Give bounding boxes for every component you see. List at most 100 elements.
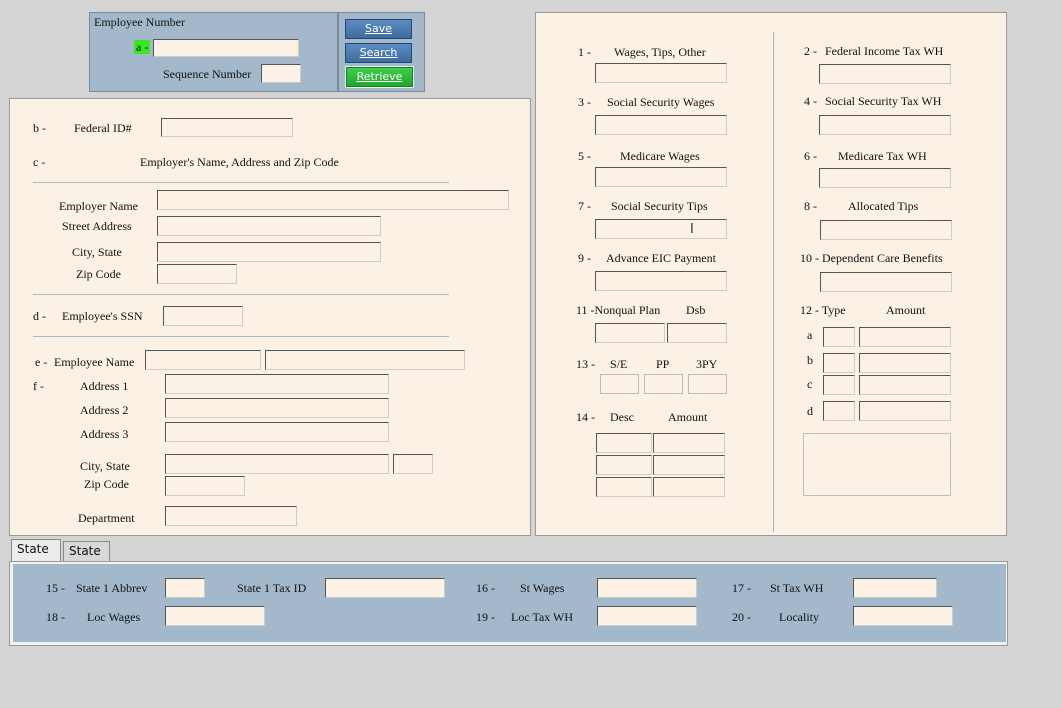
employer-name-label: Employer Name bbox=[59, 199, 138, 213]
address1-input[interactable] bbox=[165, 374, 389, 394]
box13-number: 13 - bbox=[576, 357, 595, 371]
box12d-type-input[interactable] bbox=[823, 401, 855, 421]
loc-tax-wh-label: Loc Tax WH bbox=[511, 610, 574, 624]
city-state-label: City, State bbox=[72, 245, 122, 259]
employee-ssn-input[interactable] bbox=[163, 306, 243, 326]
state-tax-id-input[interactable] bbox=[325, 578, 445, 598]
b-prefix: b - bbox=[33, 121, 46, 135]
employer-zip-input[interactable] bbox=[157, 264, 237, 284]
employee-last-name-input[interactable] bbox=[265, 350, 465, 370]
box14-number: 14 - bbox=[576, 410, 595, 424]
federal-id-label: Federal ID# bbox=[74, 121, 132, 135]
tab-state-1[interactable]: State 1 bbox=[11, 539, 61, 575]
address3-input[interactable] bbox=[165, 422, 389, 442]
employee-first-name-input[interactable] bbox=[145, 350, 261, 370]
street-address-input[interactable] bbox=[157, 216, 381, 236]
search-button[interactable]: Search bbox=[345, 43, 412, 63]
sequence-number-label: Sequence Number bbox=[163, 67, 252, 81]
d-prefix: d - bbox=[33, 309, 46, 323]
box12a-amount-input[interactable] bbox=[859, 327, 951, 347]
box5-number: 5 - bbox=[578, 149, 591, 163]
box12c-amount-input[interactable] bbox=[859, 375, 951, 395]
box13-3py-input[interactable] bbox=[688, 374, 727, 394]
box7-label: Social Security Tips bbox=[611, 199, 708, 213]
box13-se-input[interactable] bbox=[600, 374, 639, 394]
box11-nonqual-input[interactable] bbox=[595, 323, 665, 343]
box1-wages-input[interactable] bbox=[595, 63, 727, 83]
box2-fed-tax-input[interactable] bbox=[819, 64, 951, 84]
box10-label: 10 - Dependent Care Benefits bbox=[800, 251, 943, 265]
locality-input[interactable] bbox=[853, 606, 953, 626]
employee-number-input[interactable] bbox=[153, 39, 299, 57]
box12b-amount-input[interactable] bbox=[859, 353, 951, 373]
box4-ss-tax-input[interactable] bbox=[819, 115, 951, 135]
box12c-type-input[interactable] bbox=[823, 375, 855, 395]
text-cursor-icon: I bbox=[690, 222, 694, 237]
st-tax-wh-input[interactable] bbox=[853, 578, 937, 598]
box5-medicare-wages-input[interactable] bbox=[595, 167, 727, 187]
st-wages-input[interactable] bbox=[597, 578, 697, 598]
employee-city-input[interactable] bbox=[165, 454, 389, 474]
street-address-label: Street Address bbox=[62, 219, 132, 233]
box14-amount2-input[interactable] bbox=[653, 455, 725, 475]
c-prefix: c - bbox=[33, 155, 46, 169]
sequence-number-input[interactable] bbox=[261, 64, 301, 83]
address2-label: Address 2 bbox=[80, 403, 129, 417]
box12-b-label: b bbox=[807, 353, 813, 367]
box13-3py-label: 3PY bbox=[696, 357, 718, 371]
employee-city-state-label: City, State bbox=[80, 459, 130, 473]
box6-medicare-tax-input[interactable] bbox=[819, 168, 951, 188]
loc-tax-wh-input[interactable] bbox=[597, 606, 697, 626]
tab-state-2[interactable]: State 2 bbox=[63, 541, 110, 577]
divider bbox=[33, 182, 449, 183]
state-18-number: 18 - bbox=[46, 610, 65, 624]
box8-allocated-tips-input[interactable] bbox=[820, 220, 952, 240]
box14-desc3-input[interactable] bbox=[596, 477, 652, 497]
box14-desc2-input[interactable] bbox=[596, 455, 652, 475]
department-input[interactable] bbox=[165, 506, 297, 526]
box3-number: 3 - bbox=[578, 95, 591, 109]
employer-city-state-input[interactable] bbox=[157, 242, 381, 262]
box12-type-label: 12 - Type bbox=[800, 303, 846, 317]
retrieve-button[interactable]: Retrieve bbox=[345, 66, 414, 88]
box6-number: 6 - bbox=[804, 149, 817, 163]
box4-label: Social Security Tax WH bbox=[825, 94, 942, 108]
employee-ssn-label: Employee's SSN bbox=[62, 309, 143, 323]
employee-number-label: Employee Number bbox=[94, 15, 185, 29]
federal-id-input[interactable] bbox=[161, 118, 293, 137]
employer-name-input[interactable] bbox=[157, 190, 509, 210]
box1-number: 1 - bbox=[578, 45, 591, 59]
state-15-number: 15 - bbox=[46, 581, 65, 595]
save-button[interactable]: Save bbox=[345, 19, 412, 39]
employee-zip-input[interactable] bbox=[165, 476, 245, 496]
st-tax-wh-label: St Tax WH bbox=[770, 581, 824, 595]
state-abbrev-input[interactable] bbox=[165, 578, 205, 598]
box5-label: Medicare Wages bbox=[620, 149, 700, 163]
box9-eic-input[interactable] bbox=[595, 271, 727, 291]
box4-number: 4 - bbox=[804, 94, 817, 108]
employee-zip-label: Zip Code bbox=[84, 477, 129, 491]
column-divider bbox=[773, 32, 774, 532]
state-17-number: 17 - bbox=[732, 581, 751, 595]
box12a-type-input[interactable] bbox=[823, 327, 855, 347]
notes-box bbox=[803, 433, 951, 496]
state-abbrev-label: State 1 Abbrev bbox=[76, 581, 148, 595]
box14-amount-label: Amount bbox=[668, 410, 708, 424]
locality-label: Locality bbox=[779, 610, 819, 624]
box11-dsb-input[interactable] bbox=[667, 323, 727, 343]
st-wages-label: St Wages bbox=[520, 581, 565, 595]
box7-ss-tips-input[interactable] bbox=[595, 219, 727, 239]
box3-ss-wages-input[interactable] bbox=[595, 115, 727, 135]
box13-pp-input[interactable] bbox=[644, 374, 683, 394]
box10-dependent-care-input[interactable] bbox=[820, 272, 952, 292]
loc-wages-input[interactable] bbox=[165, 606, 265, 626]
box13-pp-label: PP bbox=[656, 357, 670, 371]
box14-desc1-input[interactable] bbox=[596, 433, 652, 453]
address2-input[interactable] bbox=[165, 398, 389, 418]
employee-state-input[interactable] bbox=[393, 454, 433, 474]
box14-amount3-input[interactable] bbox=[653, 477, 725, 497]
box7-number: 7 - bbox=[578, 199, 591, 213]
box12d-amount-input[interactable] bbox=[859, 401, 951, 421]
box12b-type-input[interactable] bbox=[823, 353, 855, 373]
box14-amount1-input[interactable] bbox=[653, 433, 725, 453]
